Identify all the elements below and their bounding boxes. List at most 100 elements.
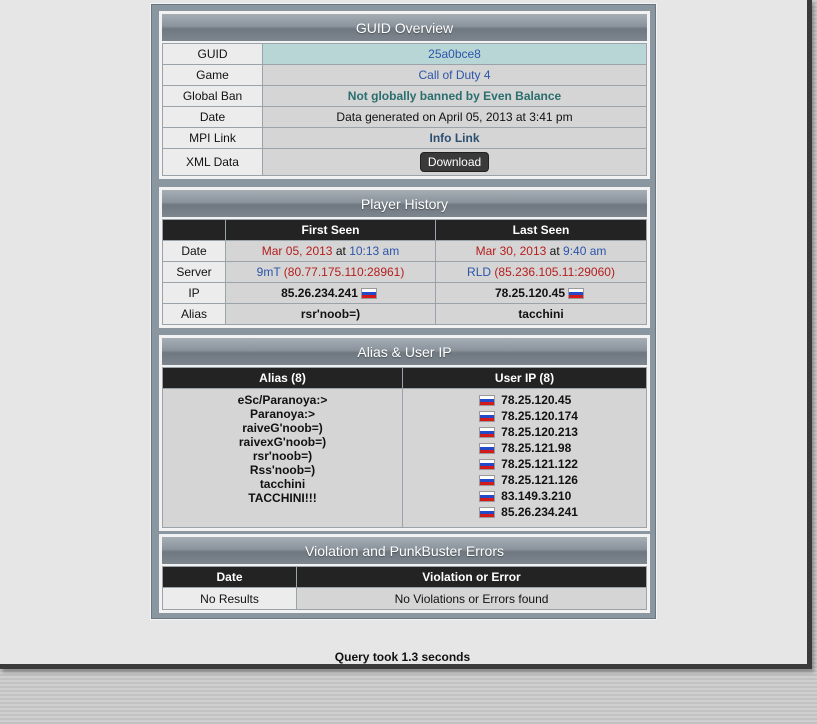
last-seen-alias: tacchini <box>435 303 647 325</box>
list-item: raiveG'noob=) <box>242 421 323 435</box>
violations-date-value: No Results <box>162 587 297 610</box>
russia-flag-icon <box>478 411 495 423</box>
ip-text: 78.25.120.45 <box>501 393 572 407</box>
alias-cell: eSc/Paranoya:> Paranoya:> raiveG'noob=) … <box>162 388 403 528</box>
history-server-row: Server 9mT (80.77.175.110:28961) RLD (85… <box>162 261 647 283</box>
violations-title: Violation and PunkBuster Errors <box>162 537 647 566</box>
global-ban-row: Global Ban Not globally banned by Even B… <box>162 85 647 107</box>
ip-text: 85.26.234.241 <box>501 505 578 519</box>
guid-overview-panel: GUID Overview GUID 25a0bce8 Game Call of… <box>159 11 650 179</box>
violations-panel: Violation and PunkBuster Errors Date Vio… <box>159 534 650 613</box>
alias-ip-panel: Alias & User IP Alias (8) User IP (8) eS… <box>159 335 650 531</box>
first-time-text: 10:13 am <box>349 244 400 258</box>
russia-flag-icon <box>478 491 495 503</box>
global-ban-value: Not globally banned by Even Balance <box>262 85 647 107</box>
first-ip-text: 85.26.234.241 <box>281 286 358 300</box>
history-alias-row: Alias rsr'noob=) tacchini <box>162 303 647 325</box>
ip-text: 83.149.3.210 <box>501 489 572 503</box>
first-seen-server: 9mT (80.77.175.110:28961) <box>225 261 436 283</box>
first-seen-alias: rsr'noob=) <box>225 303 436 325</box>
ip-text: 78.25.121.98 <box>501 441 572 455</box>
russia-flag-icon <box>478 427 495 439</box>
first-at-text: at <box>335 244 346 258</box>
first-server-addr: (80.77.175.110:28961) <box>283 265 405 279</box>
last-seen-ip: 78.25.120.45 <box>435 282 647 304</box>
list-item: 78.25.121.122 <box>403 456 646 472</box>
xml-cell: Download <box>262 148 647 176</box>
alias-ip-table: Alias (8) User IP (8) eSc/Paranoya:> Par… <box>162 367 647 528</box>
list-item: raivexG'noob=) <box>238 435 327 449</box>
xml-label: XML Data <box>162 148 263 176</box>
alias-ip-header: Alias (8) User IP (8) <box>162 367 647 389</box>
russia-flag-icon <box>478 395 495 407</box>
violations-header: Date Violation or Error <box>162 566 647 588</box>
user-ip-header: User IP (8) <box>402 367 647 389</box>
last-server-addr: (85.236.105.11:29060) <box>494 265 615 279</box>
game-label: Game <box>162 64 263 86</box>
last-server-name[interactable]: RLD <box>467 265 491 279</box>
list-item: 78.25.120.213 <box>403 424 646 440</box>
history-alias-label: Alias <box>162 303 226 325</box>
date-row: Date Data generated on April 05, 2013 at… <box>162 106 647 128</box>
player-history-table: First Seen Last Seen Date Mar 05, 2013 a… <box>162 219 647 325</box>
violations-error-value: No Violations or Errors found <box>296 587 647 610</box>
game-value: Call of Duty 4 <box>262 64 647 86</box>
last-seen-server: RLD (85.236.105.11:29060) <box>435 261 647 283</box>
russia-flag-icon <box>478 443 495 455</box>
ip-text: 78.25.121.122 <box>501 457 578 471</box>
query-time-footer: Query took 1.3 seconds <box>334 650 471 664</box>
list-item: tacchini <box>259 477 306 491</box>
mpi-label: MPI Link <box>162 127 263 149</box>
table-row: No Results No Violations or Errors found <box>162 587 647 610</box>
first-seen-header: First Seen <box>225 219 436 241</box>
first-seen-date: Mar 05, 2013 at 10:13 am <box>225 240 436 262</box>
list-item: rsr'noob=) <box>252 449 313 463</box>
russia-flag-icon <box>478 507 495 519</box>
last-seen-header: Last Seen <box>435 219 647 241</box>
russia-flag-icon <box>478 459 495 471</box>
list-item: 78.25.120.174 <box>403 408 646 424</box>
global-ban-label: Global Ban <box>162 85 263 107</box>
date-value: Data generated on April 05, 2013 at 3:41… <box>262 106 647 128</box>
list-item: 78.25.120.45 <box>403 392 646 408</box>
guid-value: 25a0bce8 <box>262 43 647 65</box>
player-history-panel: Player History First Seen Last Seen Date… <box>159 187 650 328</box>
history-date-label: Date <box>162 240 226 262</box>
history-date-row: Date Mar 05, 2013 at 10:13 am Mar 30, 20… <box>162 240 647 262</box>
ip-list: 78.25.120.45 78.25.120.174 78.25.120.213… <box>403 392 646 520</box>
russia-flag-icon <box>360 288 377 300</box>
ip-text: 78.25.120.213 <box>501 425 578 439</box>
guid-overview-title: GUID Overview <box>162 14 647 43</box>
mpi-info-link[interactable]: Info Link <box>262 127 647 149</box>
player-history-header: First Seen Last Seen <box>162 219 647 241</box>
history-ip-label: IP <box>162 282 226 304</box>
download-button[interactable]: Download <box>419 152 490 172</box>
list-item: 78.25.121.98 <box>403 440 646 456</box>
game-row: Game Call of Duty 4 <box>162 64 647 86</box>
violations-error-header: Violation or Error <box>296 566 647 588</box>
ip-text: 78.25.120.174 <box>501 409 578 423</box>
empty-header <box>162 219 226 241</box>
last-date-text: Mar 30, 2013 <box>475 244 547 258</box>
xml-row: XML Data Download <box>162 148 647 176</box>
list-item: Paranoya:> <box>249 407 316 421</box>
alias-ip-body: eSc/Paranoya:> Paranoya:> raiveG'noob=) … <box>162 388 647 528</box>
alias-header: Alias (8) <box>162 367 403 389</box>
first-server-name[interactable]: 9mT <box>257 265 281 279</box>
alias-list: eSc/Paranoya:> Paranoya:> raiveG'noob=) … <box>163 393 402 505</box>
last-ip-text: 78.25.120.45 <box>494 286 566 300</box>
russia-flag-icon <box>568 288 585 300</box>
history-ip-row: IP 85.26.234.241 78.25.120.45 <box>162 282 647 304</box>
first-seen-ip: 85.26.234.241 <box>225 282 436 304</box>
list-item: Rss'noob=) <box>249 463 316 477</box>
list-item: 83.149.3.210 <box>403 488 646 504</box>
last-at-text: at <box>549 244 560 258</box>
date-label: Date <box>162 106 263 128</box>
guid-row: GUID 25a0bce8 <box>162 43 647 65</box>
violations-table: Date Violation or Error No Results No Vi… <box>162 566 647 610</box>
alias-ip-title: Alias & User IP <box>162 338 647 367</box>
content-column: GUID Overview GUID 25a0bce8 Game Call of… <box>150 3 657 620</box>
mpi-row: MPI Link Info Link <box>162 127 647 149</box>
list-item: 78.25.121.126 <box>403 472 646 488</box>
last-time-text: 9:40 am <box>563 244 607 258</box>
